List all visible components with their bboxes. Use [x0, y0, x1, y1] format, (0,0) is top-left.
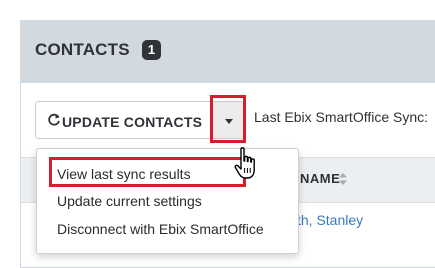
hand-pointer-icon — [234, 147, 255, 179]
menu-item-update-current-settings[interactable]: Update current settings — [57, 193, 202, 209]
count-badge: 1 — [142, 40, 161, 60]
last-sync-label: Last Ebix SmartOffice Sync: — [254, 109, 429, 125]
refresh-icon — [48, 113, 60, 126]
update-contacts-button[interactable]: UPDATE CONTACTS — [35, 101, 213, 139]
contact-name-link[interactable]: th, Stanley — [297, 212, 363, 228]
page-title: CONTACTS — [35, 40, 130, 59]
column-header-name[interactable]: NAME — [300, 171, 340, 186]
menu-item-highlight — [49, 157, 246, 187]
dropdown-toggle-highlight — [210, 95, 246, 143]
sort-icon[interactable] — [338, 172, 348, 186]
update-contacts-label: UPDATE CONTACTS — [62, 114, 203, 130]
menu-item-disconnect[interactable]: Disconnect with Ebix SmartOffice — [57, 221, 264, 237]
